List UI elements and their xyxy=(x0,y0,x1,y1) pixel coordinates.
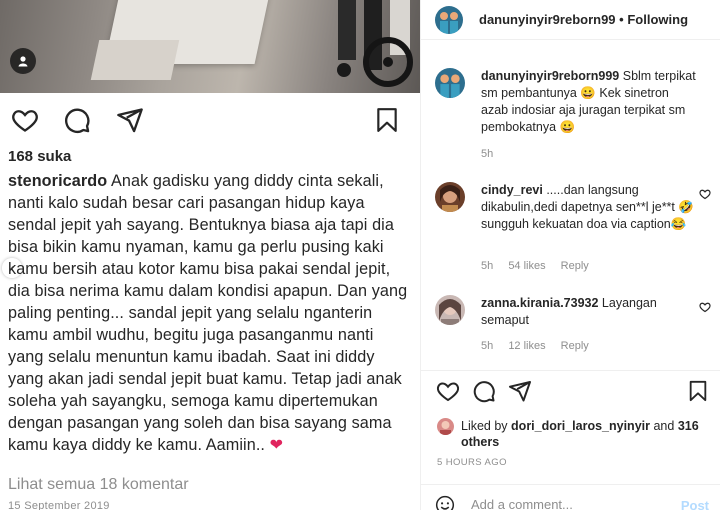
comment-username[interactable]: cindy_revi xyxy=(481,183,543,197)
like-heart-icon[interactable] xyxy=(10,106,40,134)
comment-meta: 5h 12 likes Reply xyxy=(481,340,601,352)
avatar[interactable] xyxy=(435,6,463,34)
liked-prefix: Liked by xyxy=(461,419,508,433)
likes-count[interactable]: 168 suka xyxy=(8,148,71,165)
post-timestamp: 5 HOURS AGO xyxy=(437,457,507,468)
comment-like-heart-icon[interactable] xyxy=(699,301,711,313)
comment-username[interactable]: zanna.kirania.73932 xyxy=(481,296,598,310)
instagram-sidebar: danunyinyir9reborn99 • Following danunyi… xyxy=(420,0,720,510)
heart-emoji: ❤ xyxy=(269,436,284,454)
comment-time: 5h xyxy=(481,340,494,352)
avatar[interactable] xyxy=(435,68,465,98)
add-comment-bar: Post xyxy=(421,484,720,510)
bookmark-icon[interactable] xyxy=(374,106,400,134)
header-username[interactable]: danunyinyir9reborn99 xyxy=(479,12,616,27)
post-button[interactable]: Post xyxy=(681,498,709,510)
comment-likes[interactable]: 12 likes xyxy=(508,340,545,352)
comment-meta: 5h xyxy=(481,148,505,160)
view-all-comments-link[interactable]: Lihat semua 18 komentar xyxy=(8,476,189,494)
emoji-icon[interactable] xyxy=(435,495,455,510)
share-icon[interactable] xyxy=(116,106,144,134)
post-date: 15 September 2019 xyxy=(8,500,110,510)
liked-and: and xyxy=(653,419,675,433)
post-header: danunyinyir9reborn99 • Following xyxy=(421,0,720,40)
avatar[interactable] xyxy=(435,182,465,212)
share-icon[interactable] xyxy=(508,379,532,403)
add-comment-input[interactable] xyxy=(471,497,671,510)
post-photo xyxy=(0,0,420,93)
caption-text: Anak gadisku yang diddy cinta sekali, na… xyxy=(8,172,408,454)
comment-username[interactable]: danunyinyir9reborn999 xyxy=(481,69,619,83)
comment-icon[interactable] xyxy=(472,379,496,403)
sidebar-action-bar xyxy=(421,370,720,410)
comment-time: 5h xyxy=(481,148,494,160)
bookmark-icon[interactable] xyxy=(687,379,709,403)
liked-user[interactable]: dori_dori_laros_nyinyir xyxy=(511,419,650,433)
phone-action-bar xyxy=(0,100,420,140)
stroller-graphic xyxy=(337,0,413,87)
reply-button[interactable]: Reply xyxy=(561,340,589,352)
post-screenshot: ‹ 168 suka stenoricardo Anak gadisku yan… xyxy=(0,0,420,510)
following-button[interactable]: Following xyxy=(627,12,688,27)
comment-likes[interactable]: 54 likes xyxy=(508,260,545,272)
reply-button[interactable]: Reply xyxy=(561,260,589,272)
tag-person-icon[interactable] xyxy=(10,48,36,74)
comment-meta: 5h 54 likes Reply xyxy=(481,260,601,272)
photo-box-shadow xyxy=(90,40,180,80)
comment-time: 5h xyxy=(481,260,494,272)
like-heart-icon[interactable] xyxy=(436,379,460,403)
avatar[interactable] xyxy=(437,418,454,435)
comment-icon[interactable] xyxy=(63,106,91,134)
avatar[interactable] xyxy=(435,295,465,325)
caption-username[interactable]: stenoricardo xyxy=(8,172,107,190)
comment-like-heart-icon[interactable] xyxy=(699,188,711,200)
separator-dot: • xyxy=(619,12,624,27)
post-caption: stenoricardo Anak gadisku yang diddy cin… xyxy=(8,170,413,456)
